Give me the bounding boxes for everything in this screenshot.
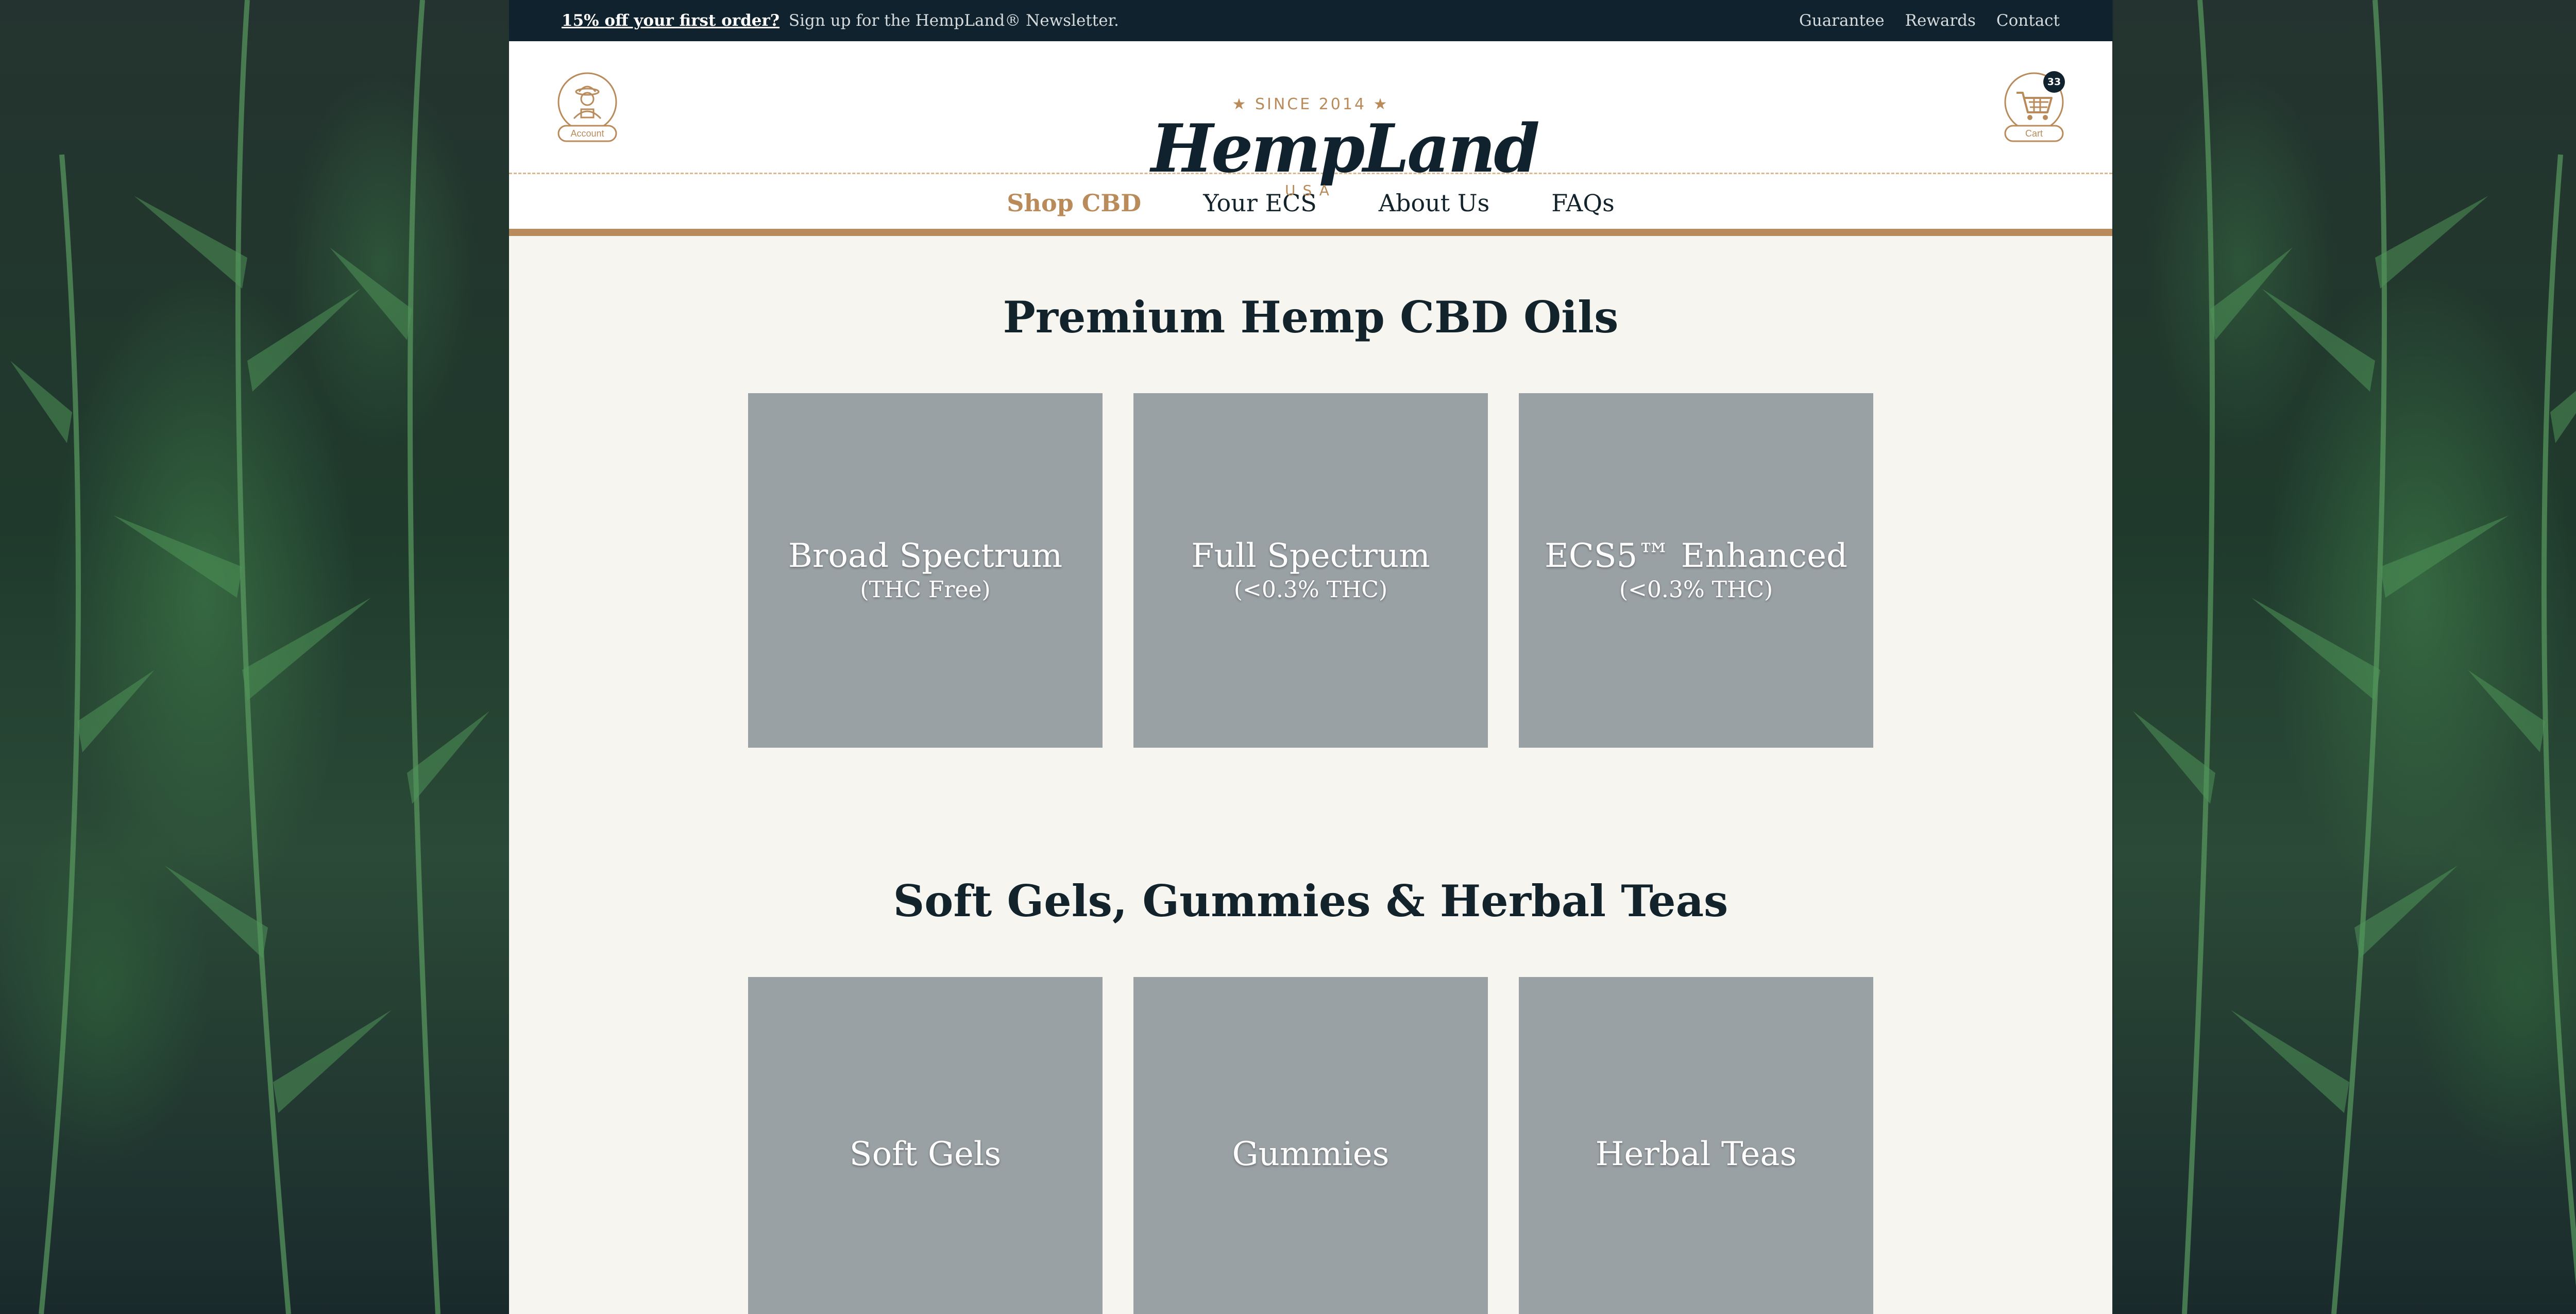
tile-title: Herbal Teas [1595, 1135, 1797, 1173]
tile-soft-gels[interactable]: Soft Gels [748, 977, 1103, 1314]
account-button[interactable]: Account [556, 71, 618, 143]
tile-full-spectrum[interactable]: Full Spectrum (<0.3% THC) [1133, 393, 1488, 748]
tile-subtitle: (<0.3% THC) [1233, 576, 1388, 603]
nav-faqs[interactable]: FAQs [1551, 189, 1614, 217]
top-promo-bar: 15% off your first order? Sign up for th… [509, 0, 2112, 41]
cart-button[interactable]: Cart 33 [2003, 71, 2065, 143]
background-hemp-right [2113, 0, 2576, 1314]
cart-count-badge: 33 [2043, 71, 2065, 93]
cbd-oils-grid: Broad Spectrum (THC Free) Full Spectrum … [509, 393, 2112, 748]
utility-links: Guarantee Rewards Contact [1799, 11, 2060, 30]
tile-gummies[interactable]: Gummies [1133, 977, 1488, 1314]
hempland-logo[interactable]: ★ SINCE 2014 ★ HempLand USA [1151, 95, 1540, 199]
nav-shop-cbd[interactable]: Shop CBD [1007, 189, 1141, 217]
newsletter-promo-text: Sign up for the HempLand® Newsletter. [788, 11, 1119, 30]
tile-subtitle: (THC Free) [860, 576, 991, 603]
tile-title: Gummies [1232, 1135, 1389, 1173]
section-title-gels-gummies-teas: Soft Gels, Gummies & Herbal Teas [893, 875, 1728, 926]
tile-broad-spectrum[interactable]: Broad Spectrum (THC Free) [748, 393, 1103, 748]
tile-herbal-teas[interactable]: Herbal Teas [1519, 977, 1873, 1314]
contact-link[interactable]: Contact [1996, 11, 2060, 30]
tile-ecs5-enhanced[interactable]: ECS5™ Enhanced (<0.3% THC) [1519, 393, 1873, 748]
gels-gummies-teas-grid: Soft Gels Gummies Herbal Teas [509, 977, 2112, 1314]
logo-wordmark: HempLand [1151, 110, 1540, 188]
tile-title: Full Spectrum [1191, 537, 1430, 576]
tile-title: Soft Gels [849, 1135, 1002, 1173]
page-content: 15% off your first order? Sign up for th… [509, 0, 2112, 1314]
rewards-link[interactable]: Rewards [1905, 11, 1976, 30]
background-hemp-left [0, 0, 509, 1314]
section-title-cbd-oils: Premium Hemp CBD Oils [1003, 292, 1619, 343]
account-icon: Account [557, 72, 617, 142]
tile-title: Broad Spectrum [788, 537, 1063, 576]
tile-title: ECS5™ Enhanced [1545, 537, 1848, 576]
guarantee-link[interactable]: Guarantee [1799, 11, 1885, 30]
newsletter-promo: 15% off your first order? Sign up for th… [562, 11, 1119, 30]
tile-subtitle: (<0.3% THC) [1619, 576, 1773, 603]
cart-label: Cart [2025, 128, 2043, 139]
site-header: Account ★ SINCE 2014 ★ HempLand USA Cart… [509, 41, 2112, 199]
account-label: Account [570, 128, 604, 139]
logo-sub: USA [1285, 182, 1336, 199]
newsletter-promo-link[interactable]: 15% off your first order? [562, 11, 779, 30]
